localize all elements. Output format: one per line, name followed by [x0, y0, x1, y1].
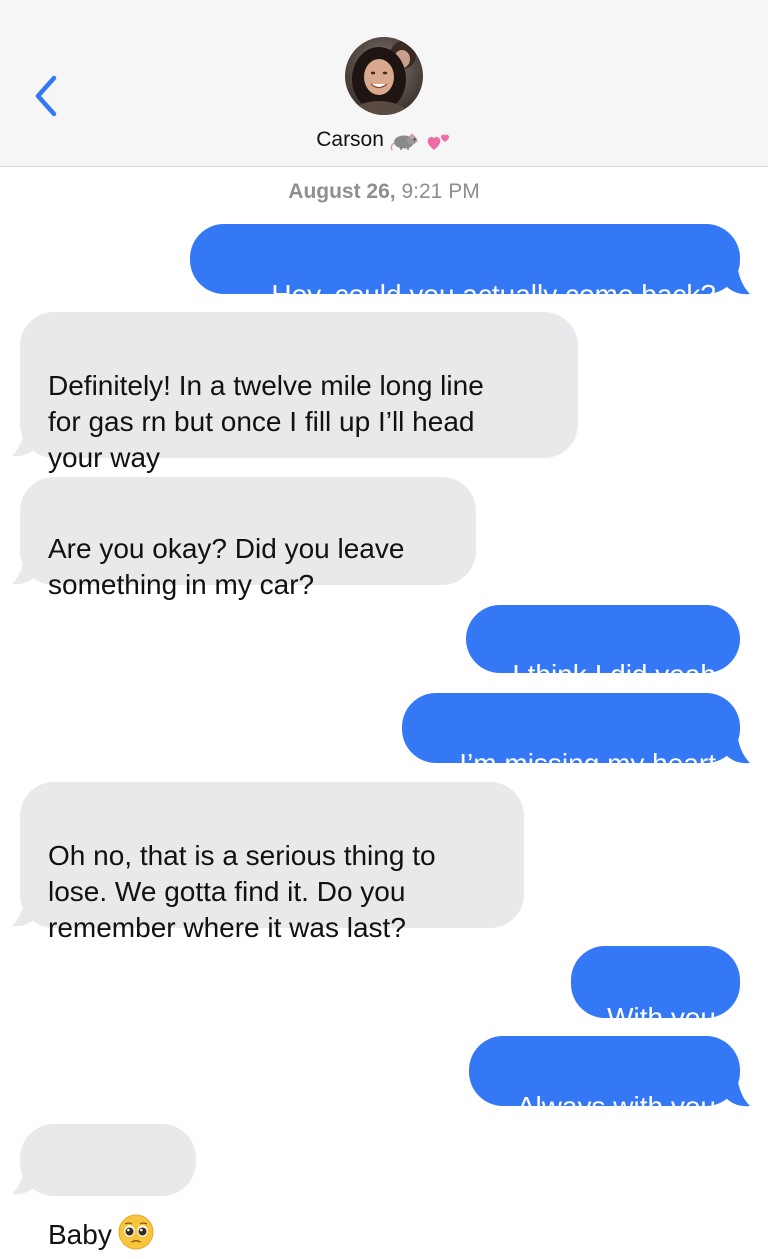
- contact-avatar[interactable]: [345, 37, 423, 115]
- conversation-header: Carson: [0, 0, 768, 167]
- contact-name[interactable]: Carson: [0, 128, 768, 158]
- message-text: With you: [607, 1002, 716, 1033]
- contact-name-text: Carson: [316, 128, 384, 151]
- message-text: Always with you: [516, 1091, 716, 1122]
- message-text: Oh no, that is a serious thing to lose. …: [48, 840, 436, 943]
- sent-message-bubble[interactable]: Always with you: [469, 1036, 740, 1122]
- bubble-tail: [724, 739, 750, 764]
- message-text: I’m missing my heart: [459, 748, 716, 779]
- bubble-tail: [12, 560, 38, 585]
- message-text: Baby: [48, 1219, 112, 1250]
- sent-message-bubble[interactable]: Hey, could you actually come back?: [190, 224, 740, 310]
- message-text: I think I did yeah: [512, 659, 716, 690]
- message-text: Are you okay? Did you leave something in…: [48, 533, 405, 600]
- sent-message-bubble[interactable]: With you: [571, 946, 740, 1033]
- message-timestamp: August 26, 9:21 PM: [0, 180, 768, 204]
- message-text: Definitely! In a twelve mile long line f…: [48, 370, 484, 473]
- timestamp-time: 9:21 PM: [401, 180, 480, 203]
- back-button[interactable]: [28, 70, 68, 122]
- bubble-tail: [724, 270, 750, 295]
- rat-emoji-icon: [390, 134, 418, 151]
- sent-message-bubble[interactable]: I think I did yeah: [466, 605, 740, 690]
- two-hearts-emoji-icon: [427, 134, 449, 150]
- bubble-tail: [12, 1170, 38, 1195]
- sent-message-bubble[interactable]: I’m missing my heart: [402, 693, 740, 779]
- timestamp-date: August 26,: [288, 180, 396, 203]
- received-message-bubble[interactable]: Are you okay? Did you leave something in…: [20, 477, 476, 600]
- chevron-left-icon[interactable]: [28, 70, 68, 122]
- received-message-bubble[interactable]: Oh no, that is a serious thing to lose. …: [20, 782, 524, 943]
- message-text: Hey, could you actually come back?: [271, 279, 716, 310]
- received-message-bubble[interactable]: Baby: [20, 1124, 196, 1250]
- bubble-tail: [724, 1082, 750, 1107]
- pleading-face-emoji-icon: [118, 1214, 154, 1250]
- received-message-bubble[interactable]: Definitely! In a twelve mile long line f…: [20, 312, 578, 473]
- bubble-tail: [12, 902, 38, 927]
- bubble-tail: [12, 432, 38, 457]
